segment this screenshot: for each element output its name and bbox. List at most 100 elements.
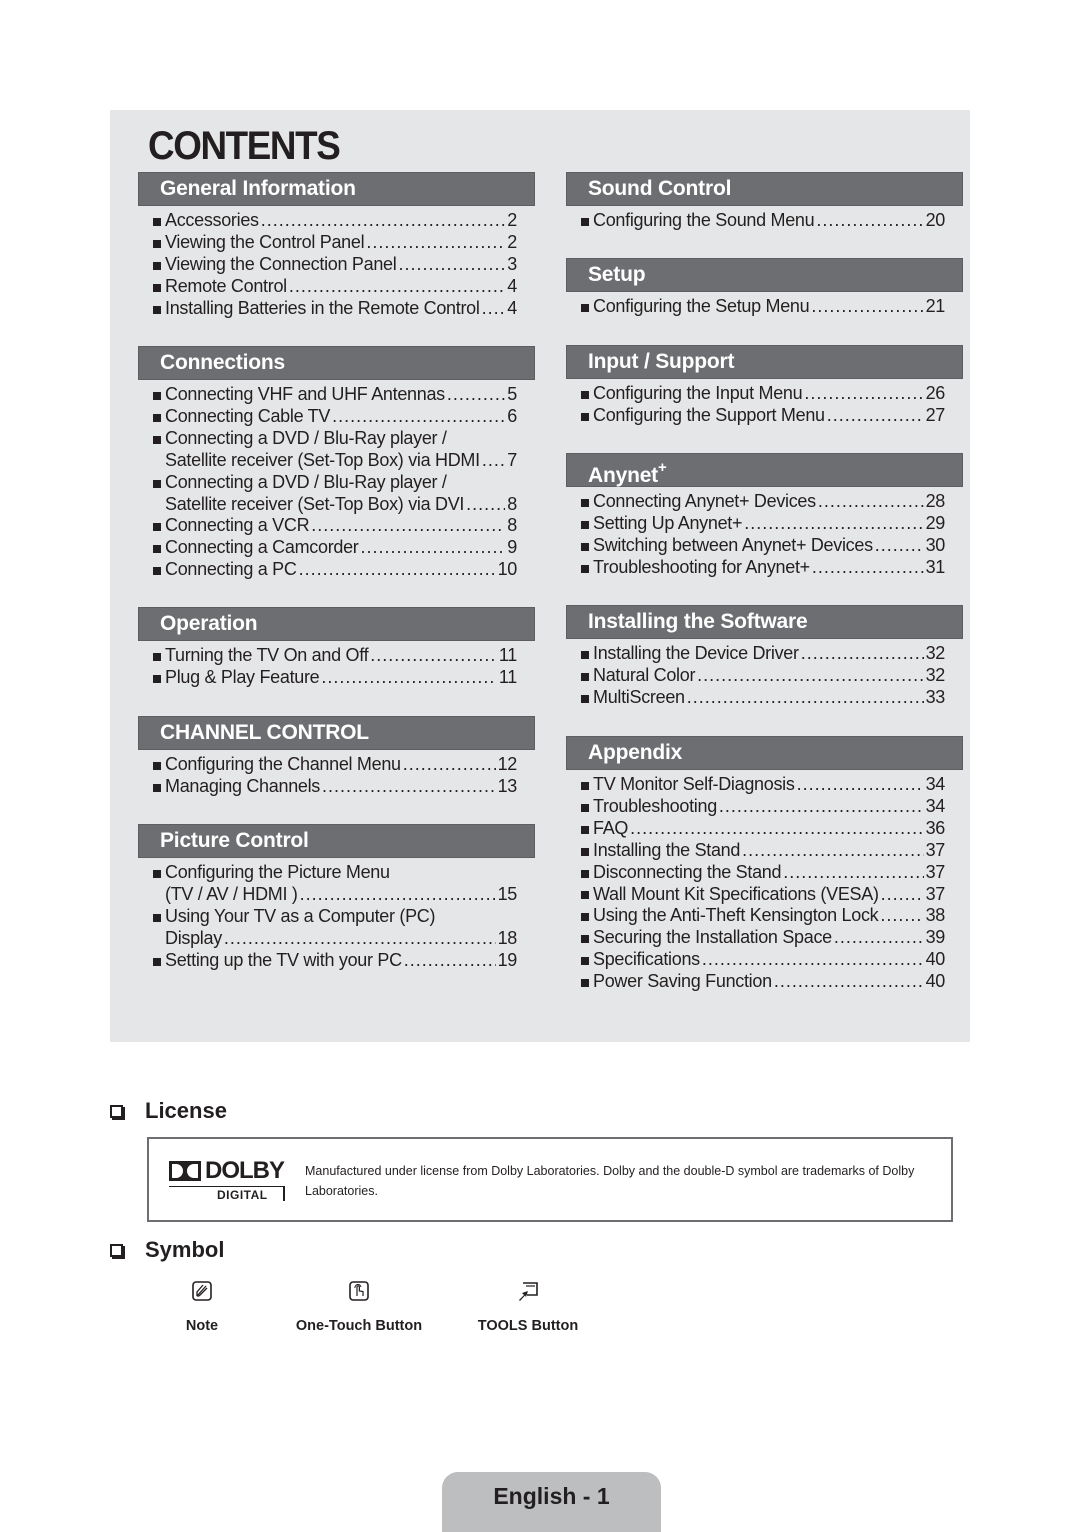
toc-entry[interactable]: Troubleshooting for Anynet+ 31 — [566, 557, 963, 579]
square-bullet-icon — [153, 652, 161, 661]
toc-entry-continuation[interactable]: Satellite receiver (Set-Top Box) via HDM… — [138, 450, 535, 472]
toc-entry[interactable]: Securing the Installation Space 39 — [566, 927, 963, 949]
toc-entry[interactable]: Configuring the Support Menu 27 — [566, 405, 963, 427]
toc-entry[interactable]: Installing Batteries in the Remote Contr… — [138, 298, 535, 320]
dot-leader — [447, 384, 505, 406]
toc-entry-page: 40 — [925, 971, 946, 992]
toc-entry-page: 18 — [497, 927, 518, 948]
square-bullet-icon — [581, 650, 589, 659]
contents-title: CONTENTS — [148, 124, 341, 168]
one-touch-button-icon — [349, 1281, 369, 1301]
square-bullet-icon — [581, 217, 589, 226]
toc-entry[interactable]: Plug & Play Feature 11 — [138, 667, 535, 689]
toc-section-heading: Setup — [566, 258, 963, 292]
toc-entry[interactable]: Switching between Anynet+ Devices 30 — [566, 535, 963, 557]
toc-entry-page: 4 — [507, 275, 517, 296]
dolby-logo-bar — [283, 1187, 285, 1201]
toc-entry-title: Setting up the TV with your PC — [165, 949, 402, 970]
toc-entry-title: Satellite receiver (Set-Top Box) via DVI — [165, 493, 465, 514]
toc-entry[interactable]: Connecting VHF and UHF Antennas 5 — [138, 384, 535, 406]
square-bullet-icon — [581, 498, 589, 507]
toc-entry[interactable]: Connecting a DVD / Blu-Ray player / — [138, 472, 535, 494]
toc-entry-title: Remote Control — [165, 275, 287, 296]
toc-entry[interactable]: Using the Anti-Theft Kensington Lock 38 — [566, 905, 963, 927]
toc-entry-page: 15 — [497, 883, 518, 904]
toc-section-heading-text: Sound Control — [588, 177, 732, 200]
toc-entry-title: Managing Channels — [165, 775, 321, 796]
toc-entry[interactable]: Accessories 2 — [138, 210, 535, 232]
dot-leader — [818, 491, 924, 513]
square-bullet-icon — [581, 564, 589, 573]
toc-entry[interactable]: Connecting a PC 10 — [138, 559, 535, 581]
toc-entry-title: Configuring the Input Menu — [593, 383, 803, 403]
toc-entry[interactable]: Connecting Cable TV 6 — [138, 406, 535, 428]
toc-entry[interactable]: Viewing the Control Panel 2 — [138, 232, 535, 254]
square-bullet-icon — [153, 391, 161, 400]
toc-entry-continuation[interactable]: Display 18 — [138, 928, 535, 950]
toc-entry-title: Specifications — [593, 949, 700, 970]
toc-entry-title: Wall Mount Kit Specifications (VESA) — [593, 883, 879, 904]
toc-entry-page: 6 — [507, 405, 517, 426]
square-bullet-icon — [581, 412, 589, 421]
toc-item-list: Configuring the Picture Menu (TV / AV / H… — [138, 858, 535, 972]
toc-entry-page: 30 — [925, 534, 946, 555]
toc-entry[interactable]: Power Saving Function 40 — [566, 971, 963, 993]
toc-entry[interactable]: TV Monitor Self-Diagnosis 34 — [566, 774, 963, 796]
square-bullet-icon — [153, 283, 161, 292]
toc-entry[interactable]: Setting Up Anynet+ 29 — [566, 513, 963, 535]
toc-entry-page: 37 — [925, 883, 946, 904]
toc-entry[interactable]: Remote Control 4 — [138, 276, 535, 298]
toc-entry-page: 33 — [925, 686, 946, 707]
toc-entry[interactable]: Connecting a DVD / Blu-Ray player / — [138, 428, 535, 450]
dot-leader — [482, 450, 505, 472]
toc-section-heading: Sound Control — [566, 172, 963, 206]
toc-entry-title: Installing Batteries in the Remote Contr… — [165, 297, 480, 318]
toc-entry-continuation[interactable]: Satellite receiver (Set-Top Box) via DVI… — [138, 494, 535, 516]
toc-entry[interactable]: Wall Mount Kit Specifications (VESA) 37 — [566, 884, 963, 906]
toc-section-heading-text: Picture Control — [160, 829, 309, 852]
toc-entry[interactable]: FAQ 36 — [566, 818, 963, 840]
toc-entry-title: Troubleshooting for Anynet+ — [593, 556, 810, 577]
toc-entry[interactable]: Using Your TV as a Computer (PC) — [138, 906, 535, 928]
toc-section: Anynet+Connecting Anynet+ Devices28Setti… — [566, 453, 963, 579]
toc-entry-title: Turning the TV On and Off — [165, 645, 369, 665]
toc-entry-page: 31 — [925, 556, 946, 577]
toc-entry-title: Plug & Play Feature — [165, 666, 320, 687]
toc-entry[interactable]: Configuring the Picture Menu — [138, 862, 535, 884]
dot-leader — [811, 296, 923, 318]
heading-superscript: + — [657, 459, 667, 476]
toc-entry[interactable]: Installing the Stand 37 — [566, 840, 963, 862]
toc-entry[interactable]: Disconnecting the Stand 37 — [566, 862, 963, 884]
toc-section-heading: Operation — [138, 607, 535, 641]
toc-entry-page: 34 — [925, 795, 946, 816]
toc-entry[interactable]: Configuring the Channel Menu 12 — [138, 754, 535, 776]
toc-entry[interactable]: Turning the TV On and Off 11 — [138, 645, 535, 667]
square-bullet-icon — [153, 217, 161, 226]
toc-entry[interactable]: Installing the Device Driver 32 — [566, 643, 963, 665]
toc-section-heading-text: Connections — [160, 351, 285, 374]
toc-entry[interactable]: Troubleshooting 34 — [566, 796, 963, 818]
dot-leader — [261, 210, 506, 232]
toc-entry[interactable]: Specifications 40 — [566, 949, 963, 971]
square-bullet-icon — [581, 847, 589, 856]
toc-entry-page: 20 — [925, 210, 946, 230]
toc-entry-title: Securing the Installation Space — [593, 927, 832, 948]
toc-entry[interactable]: Natural Color 32 — [566, 665, 963, 687]
toc-entry-continuation[interactable]: (TV / AV / HDMI ) 15 — [138, 884, 535, 906]
toc-section-heading: Input / Support — [566, 345, 963, 379]
toc-entry[interactable]: Connecting Anynet+ Devices 28 — [566, 491, 963, 513]
toc-entry[interactable]: Viewing the Connection Panel 3 — [138, 254, 535, 276]
square-bullet-icon — [153, 501, 161, 509]
toc-entry[interactable]: Managing Channels 13 — [138, 776, 535, 798]
toc-entry[interactable]: Connecting a VCR 8 — [138, 515, 535, 537]
toc-entry[interactable]: Setting up the TV with your PC 19 — [138, 950, 535, 972]
toc-section-heading: Appendix — [566, 736, 963, 770]
toc-entry[interactable]: Connecting a Camcorder 9 — [138, 537, 535, 559]
toc-entry[interactable]: Configuring the Setup Menu 21 — [566, 296, 963, 318]
toc-entry-title: Disconnecting the Stand — [593, 861, 782, 882]
toc-entry[interactable]: Configuring the Sound Menu 20 — [566, 210, 963, 232]
dot-leader — [812, 557, 924, 579]
toc-entry[interactable]: Configuring the Input Menu 26 — [566, 383, 963, 405]
toc-entry[interactable]: MultiScreen 33 — [566, 687, 963, 709]
dot-leader — [744, 513, 923, 535]
